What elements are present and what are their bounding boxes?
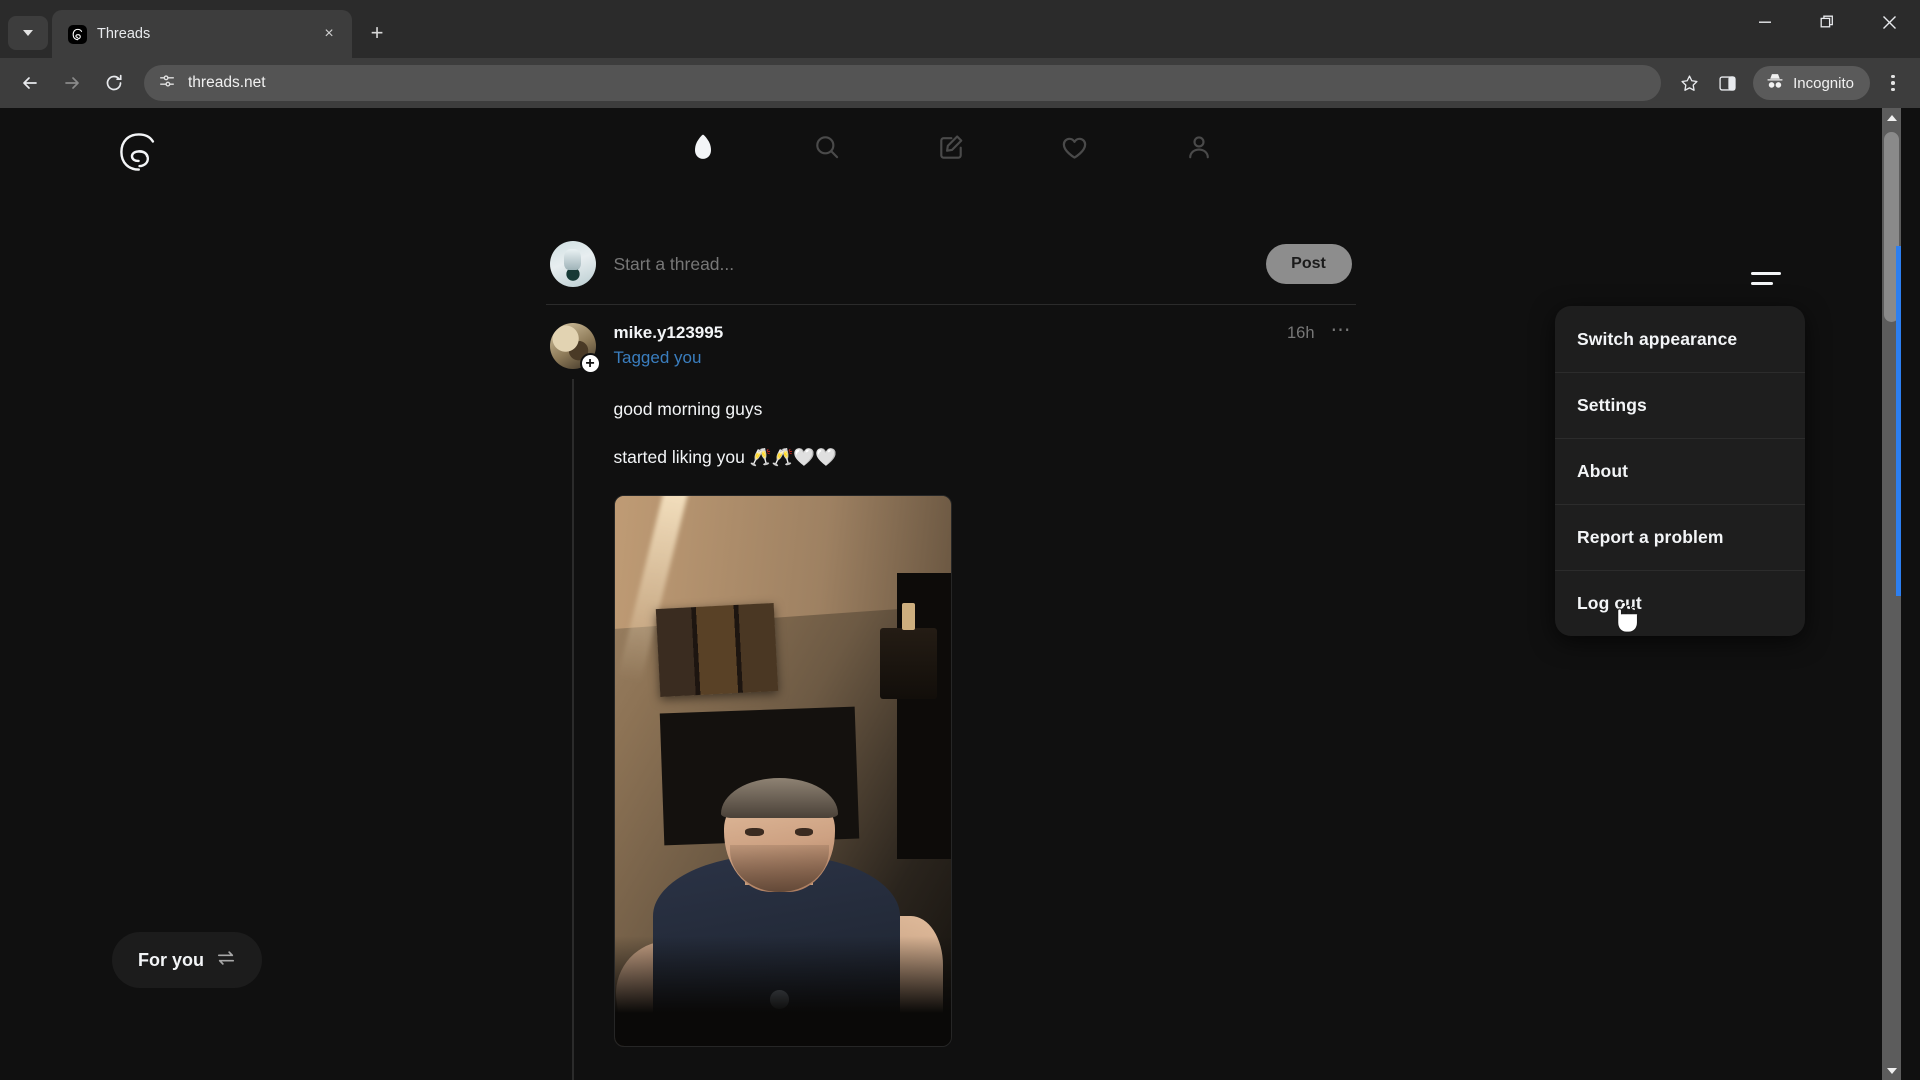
- post-media-image[interactable]: [613, 494, 952, 1047]
- composer-avatar[interactable]: [549, 241, 596, 287]
- tagged-you-link[interactable]: Tagged you: [614, 348, 1352, 368]
- menu-item-log-out[interactable]: Log out: [1555, 570, 1805, 636]
- menu-item-about[interactable]: About: [1555, 438, 1805, 504]
- nav-item-home[interactable]: [672, 116, 734, 178]
- reload-button[interactable]: [94, 63, 134, 103]
- feed-selector-pill[interactable]: For you: [112, 932, 262, 988]
- page-viewport: Switch appearance Settings About Report …: [0, 108, 1920, 1080]
- menu-item-settings[interactable]: Settings: [1555, 372, 1805, 438]
- browser-window: Threads × + threads.net Incognito Switch…: [0, 0, 1920, 1080]
- window-controls: [1734, 0, 1920, 44]
- post-more-options-icon[interactable]: ⋯: [1331, 320, 1352, 342]
- composer-input[interactable]: Start a thread...: [614, 254, 1248, 275]
- threads-more-menu-icon[interactable]: [1751, 256, 1795, 300]
- close-window-button[interactable]: [1858, 0, 1920, 44]
- post-header: + mike.y123995 16h ⋯ Tagged you good mor…: [549, 320, 1352, 1080]
- post-timestamp: 16h: [1286, 323, 1315, 342]
- feed-post: + mike.y123995 16h ⋯ Tagged you good mor…: [546, 305, 1356, 1080]
- incognito-hat-icon: [1765, 72, 1785, 94]
- feed-selector-label: For you: [138, 949, 204, 970]
- thread-connector-line: [571, 379, 574, 1080]
- bookmark-star-icon[interactable]: [1671, 65, 1707, 101]
- browser-toolbar: threads.net Incognito: [0, 58, 1920, 108]
- tab-search-button[interactable]: [8, 16, 48, 50]
- tab-strip: Threads × +: [0, 0, 1920, 58]
- chevron-down-icon: [23, 30, 33, 36]
- follow-plus-badge[interactable]: +: [579, 353, 601, 374]
- new-tab-button[interactable]: +: [360, 16, 394, 50]
- more-menu-dropdown: Switch appearance Settings About Report …: [1555, 306, 1805, 636]
- post-text-line-2: started liking you 🥂🥂🤍🤍: [613, 447, 837, 468]
- post-body: mike.y123995 16h ⋯ Tagged you good morni…: [613, 320, 1352, 1047]
- menu-item-switch-appearance[interactable]: Switch appearance: [1555, 306, 1805, 372]
- nav-item-profile[interactable]: [1168, 116, 1230, 178]
- swap-arrows-icon: [216, 949, 236, 972]
- maximize-window-button[interactable]: [1796, 0, 1858, 44]
- close-tab-icon[interactable]: ×: [318, 23, 340, 45]
- post-avatar-column: +: [549, 323, 601, 1080]
- post-button[interactable]: Post: [1265, 244, 1352, 284]
- tab-title: Threads: [97, 26, 151, 42]
- threads-page: Switch appearance Settings About Report …: [0, 108, 1901, 1080]
- post-author-username[interactable]: mike.y123995: [614, 323, 724, 343]
- incognito-label: Incognito: [1793, 74, 1854, 92]
- browser-menu-icon[interactable]: [1876, 65, 1910, 101]
- threads-favicon-icon: [68, 24, 87, 44]
- threads-nav-icons: [672, 116, 1230, 178]
- nav-item-activity[interactable]: [1044, 116, 1106, 178]
- thread-composer[interactable]: Start a thread... Post: [546, 226, 1356, 302]
- incognito-indicator[interactable]: Incognito: [1753, 66, 1870, 100]
- back-button[interactable]: [10, 63, 50, 103]
- scroll-up-arrow-icon[interactable]: [1882, 108, 1901, 127]
- scroll-down-arrow-icon[interactable]: [1882, 1061, 1901, 1080]
- nav-item-search[interactable]: [796, 116, 858, 178]
- forward-button[interactable]: [52, 63, 92, 103]
- feed-column: Start a thread... Post + mike.y123995 16…: [545, 226, 1356, 1080]
- threads-top-nav: [0, 108, 1901, 285]
- threads-logo-icon[interactable]: [112, 126, 164, 178]
- address-bar[interactable]: threads.net: [144, 65, 1662, 101]
- minimize-window-button[interactable]: [1734, 0, 1796, 44]
- site-info-icon[interactable]: [158, 72, 176, 95]
- menu-item-report-a-problem[interactable]: Report a problem: [1555, 504, 1805, 570]
- address-bar-url: threads.net: [188, 74, 266, 91]
- focus-highlight-edge: [1896, 246, 1901, 596]
- side-panel-icon[interactable]: [1709, 65, 1745, 101]
- browser-tab-threads[interactable]: Threads ×: [52, 10, 352, 58]
- post-meta-row: mike.y123995 16h ⋯: [614, 320, 1352, 343]
- nav-item-compose[interactable]: [920, 116, 982, 178]
- post-text-line-1: good morning guys: [613, 399, 763, 419]
